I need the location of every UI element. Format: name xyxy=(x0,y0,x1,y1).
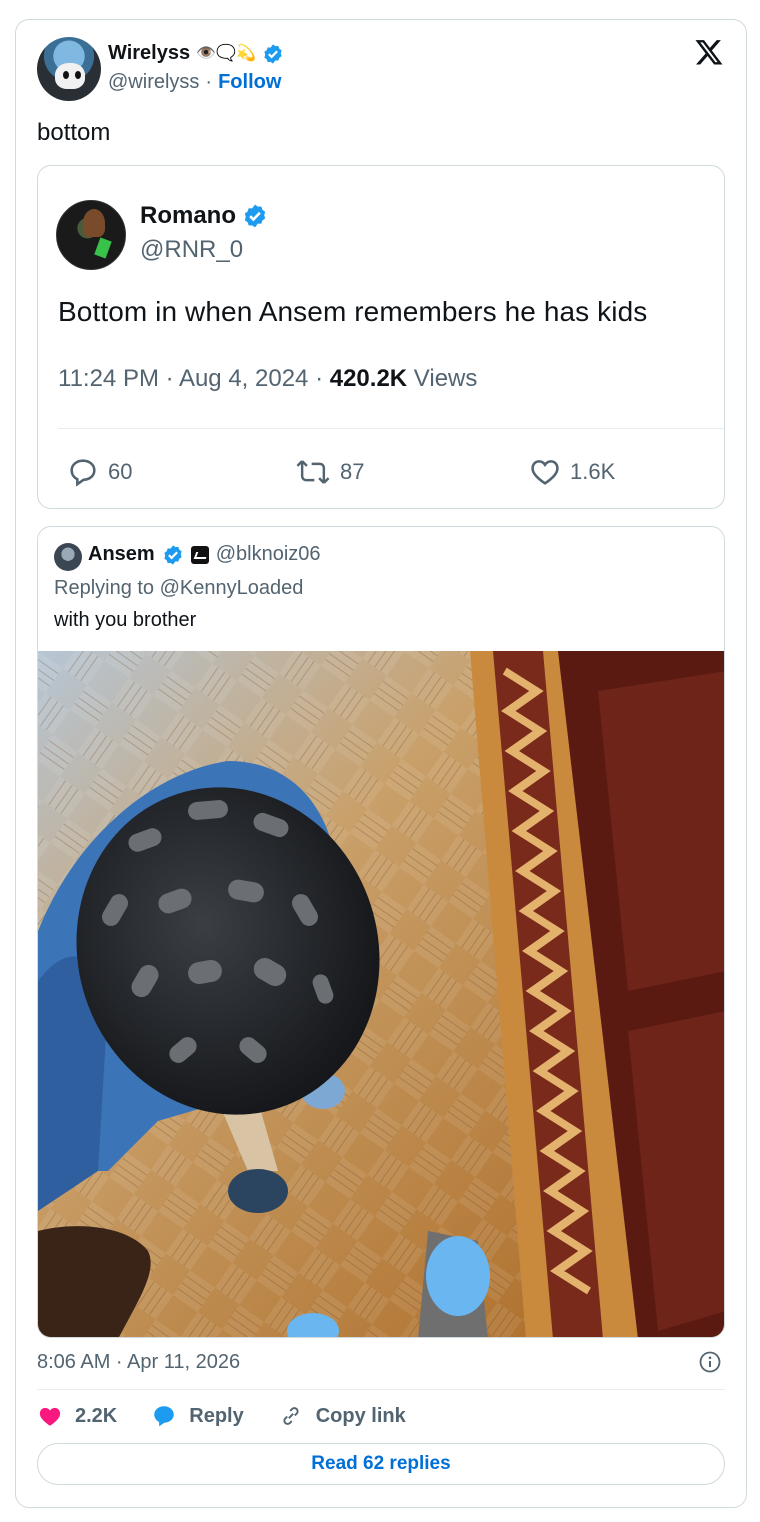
tweet-timestamp[interactable]: 8:06 AM · Apr 11, 2026 xyxy=(37,1351,240,1374)
info-icon[interactable] xyxy=(698,1350,722,1374)
follow-button[interactable]: Follow xyxy=(218,71,281,94)
link-icon xyxy=(283,1407,299,1425)
x-logo-icon[interactable] xyxy=(694,37,724,67)
reply-icon xyxy=(70,459,96,487)
replying-to[interactable]: Replying to @KennyLoaded xyxy=(54,577,303,600)
copy-link-button[interactable]: Copy link xyxy=(278,1403,406,1429)
romano-handle[interactable]: @RNR_0 xyxy=(140,236,243,264)
divider xyxy=(58,428,724,429)
like-button[interactable]: 2.2K xyxy=(37,1403,117,1429)
like-count-value: 1.6K xyxy=(570,459,616,484)
author-avatar[interactable] xyxy=(37,37,101,101)
verified-badge-icon xyxy=(264,43,282,64)
divider xyxy=(37,1389,725,1390)
ansem-display-name[interactable]: Ansem xyxy=(88,543,155,566)
author-emojis: 👁️🗨️💫 xyxy=(196,44,256,62)
affiliate-badge-icon xyxy=(190,545,209,564)
ansem-handle[interactable]: @blknoiz06 xyxy=(216,543,321,566)
verified-badge-icon xyxy=(164,544,182,565)
ansem-avatar[interactable] xyxy=(54,543,82,571)
romano-display-name[interactable]: Romano xyxy=(140,202,236,230)
author-name-row: Wirelyss 👁️🗨️💫 xyxy=(108,42,284,65)
tweet-card: Wirelyss 👁️🗨️💫 @wirelyss · Follow bottom… xyxy=(15,19,747,1508)
separator-dot: · xyxy=(205,71,213,93)
like-count-value: 2.2K xyxy=(75,1404,118,1427)
romano-meta: 11:24 PM · Aug 4, 2024 · 420.2K Views xyxy=(58,365,477,393)
reply-label: Reply xyxy=(189,1404,244,1427)
heart-filled-icon xyxy=(39,1407,61,1426)
romano-views-label: Views xyxy=(407,365,478,392)
romano-tweet-text: Bottom in when Ansem remembers he has ki… xyxy=(58,296,648,327)
reply-count[interactable]: 60 xyxy=(66,455,132,489)
reply-bubble-icon xyxy=(154,1406,174,1427)
repost-icon xyxy=(296,460,330,484)
tweet-photo[interactable] xyxy=(38,651,724,1337)
action-bar: 2.2K Reply Copy link xyxy=(37,1403,440,1429)
author-display-name[interactable]: Wirelyss xyxy=(108,42,190,65)
reply-button[interactable]: Reply xyxy=(151,1403,244,1429)
romano-timestamp: 11:24 PM · Aug 4, 2024 · xyxy=(58,365,330,392)
copy-link-label: Copy link xyxy=(315,1404,406,1427)
tweet-text: bottom xyxy=(37,119,111,146)
author-handle[interactable]: @wirelyss xyxy=(108,71,199,94)
heart-outline-icon xyxy=(531,460,559,485)
ansem-name-row: Ansem @blknoiz06 xyxy=(88,543,321,566)
author-handle-row: @wirelyss · Follow xyxy=(108,71,281,94)
repost-count[interactable]: 87 xyxy=(294,455,364,489)
reply-count-value: 60 xyxy=(108,459,133,484)
romano-views-count: 420.2K xyxy=(329,365,408,392)
romano-avatar[interactable] xyxy=(56,200,126,270)
repost-count-value: 87 xyxy=(340,459,365,484)
ansem-tweet-text: with you brother xyxy=(54,609,197,631)
read-replies-button[interactable]: Read 62 replies xyxy=(37,1443,725,1485)
quoted-tweet-ansem[interactable]: Ansem @blknoiz06 Replying to @KennyLoade… xyxy=(37,526,725,1338)
romano-name-row: Romano xyxy=(140,202,268,230)
quoted-tweet-romano[interactable]: Romano @RNR_0 Bottom in when Ansem remem… xyxy=(37,165,725,509)
like-count[interactable]: 1.6K xyxy=(528,455,615,489)
verified-badge-icon xyxy=(244,204,266,228)
